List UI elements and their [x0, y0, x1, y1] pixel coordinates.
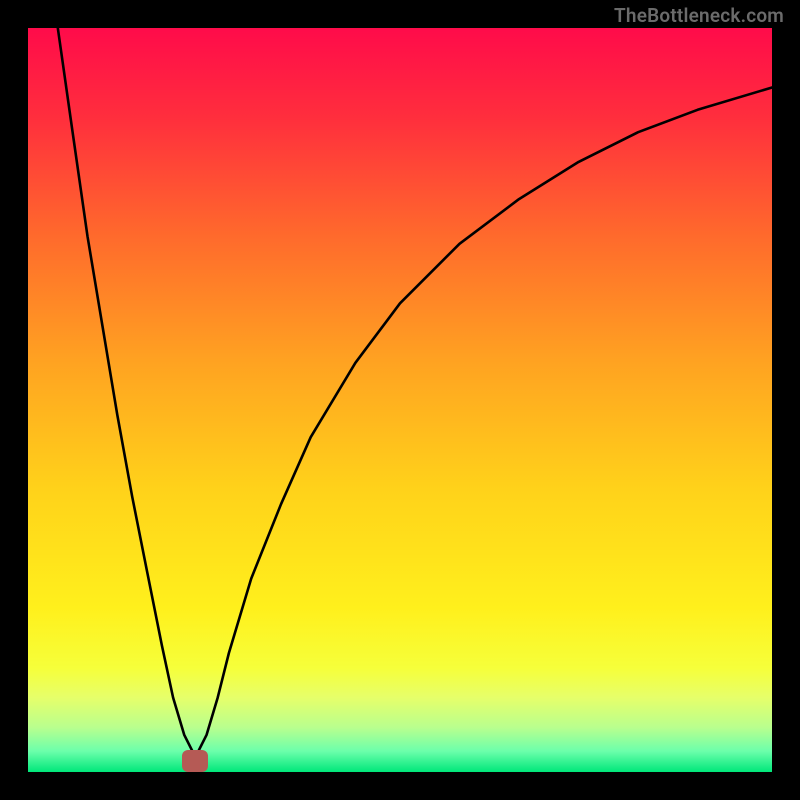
- plot-area: [28, 28, 772, 772]
- chart-frame: TheBottleneck.com: [0, 0, 800, 800]
- watermark-label: TheBottleneck.com: [614, 4, 784, 27]
- bottleneck-curve: [28, 28, 772, 772]
- watermark-text: TheBottleneck.com: [614, 4, 784, 27]
- optimal-marker: [182, 750, 208, 772]
